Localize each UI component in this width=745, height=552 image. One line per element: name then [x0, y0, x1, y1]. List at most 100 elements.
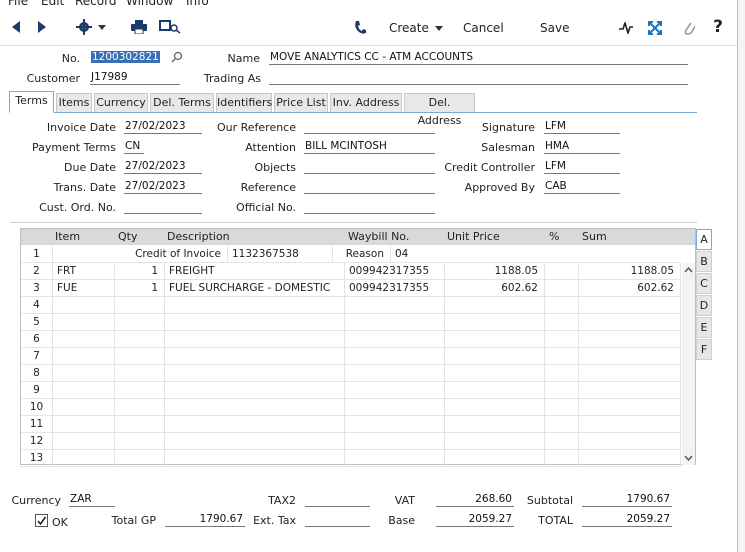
table-row[interactable]: 9 — [21, 382, 681, 399]
item-cell[interactable] — [53, 314, 115, 331]
qty-cell[interactable] — [115, 331, 165, 348]
attention-field[interactable]: BILL MCINTOSH — [304, 140, 435, 154]
item-cell[interactable] — [53, 450, 115, 467]
payment-terms-field[interactable]: CN — [124, 140, 144, 154]
item-cell[interactable] — [53, 297, 115, 314]
base-field[interactable]: 2059.27 — [436, 513, 514, 527]
reason-field[interactable]: 04 — [391, 246, 681, 263]
waybill-cell[interactable] — [345, 297, 445, 314]
currency-field[interactable]: ZAR — [69, 493, 115, 507]
unit-price-cell[interactable] — [445, 450, 545, 467]
sum-cell[interactable]: 1188.05 — [579, 263, 681, 280]
item-cell[interactable] — [53, 348, 115, 365]
tab-currency[interactable]: Currency — [94, 93, 148, 112]
sum-cell[interactable] — [579, 433, 681, 450]
save-button[interactable]: Save — [540, 21, 569, 35]
percent-cell[interactable] — [545, 297, 579, 314]
percent-cell[interactable] — [545, 382, 579, 399]
trading-as-field[interactable] — [269, 71, 688, 85]
sum-cell[interactable] — [579, 297, 681, 314]
description-cell[interactable] — [165, 314, 345, 331]
vertical-scrollbar[interactable] — [682, 263, 695, 465]
side-tab-d[interactable]: D — [696, 295, 712, 316]
sum-cell[interactable] — [579, 416, 681, 433]
subtotal-field[interactable]: 1790.67 — [582, 493, 672, 507]
print-button[interactable] — [129, 18, 149, 36]
description-cell[interactable] — [165, 382, 345, 399]
waybill-cell[interactable] — [345, 365, 445, 382]
signature-field[interactable]: LFM — [544, 120, 620, 134]
unit-price-cell[interactable] — [445, 365, 545, 382]
side-tab-b[interactable]: B — [696, 251, 712, 272]
sum-cell[interactable]: 602.62 — [579, 280, 681, 297]
table-row[interactable]: 4 — [21, 297, 681, 314]
reference-field[interactable] — [304, 180, 435, 194]
tab-price-list[interactable]: Price List — [274, 93, 328, 112]
description-cell[interactable]: FREIGHT — [165, 263, 345, 280]
qty-cell[interactable] — [115, 365, 165, 382]
credit-invoice-field[interactable]: 1132367538 — [228, 246, 333, 263]
percent-cell[interactable] — [545, 399, 579, 416]
percent-cell[interactable] — [545, 314, 579, 331]
cancel-button[interactable]: Cancel — [463, 21, 504, 35]
qty-cell[interactable] — [115, 348, 165, 365]
help-button[interactable]: ? — [710, 17, 726, 37]
percent-cell[interactable] — [545, 348, 579, 365]
side-tab-f[interactable]: F — [696, 339, 712, 360]
attachment-button[interactable] — [680, 19, 698, 37]
phone-button[interactable] — [351, 18, 369, 38]
qty-cell[interactable] — [115, 314, 165, 331]
waybill-cell[interactable] — [345, 314, 445, 331]
no-field[interactable]: 1200302821 — [90, 51, 165, 65]
table-row[interactable]: 13 — [21, 450, 681, 467]
customer-field[interactable]: J17989 — [90, 71, 180, 85]
tab-del-terms[interactable]: Del. Terms — [150, 93, 214, 112]
waybill-cell[interactable] — [345, 331, 445, 348]
item-cell[interactable] — [53, 433, 115, 450]
due-date-field[interactable]: 27/02/2023 — [124, 160, 202, 174]
percent-cell[interactable] — [545, 280, 579, 297]
percent-cell[interactable] — [545, 433, 579, 450]
unit-price-cell[interactable] — [445, 331, 545, 348]
unit-price-cell[interactable] — [445, 297, 545, 314]
print-preview-button[interactable] — [158, 18, 182, 36]
item-cell[interactable]: FRT — [53, 263, 115, 280]
search-icon[interactable] — [171, 51, 183, 63]
unit-price-cell[interactable] — [445, 433, 545, 450]
tab-items[interactable]: Items — [56, 93, 92, 112]
invoice-date-field[interactable]: 27/02/2023 — [124, 120, 202, 134]
waybill-cell[interactable] — [345, 416, 445, 433]
items-grid[interactable]: Item Qty Description Waybill No. Unit Pr… — [20, 228, 696, 467]
sum-cell[interactable] — [579, 399, 681, 416]
table-row[interactable]: 8 — [21, 365, 681, 382]
tab-identifiers[interactable]: Identifiers — [216, 93, 272, 112]
table-row[interactable]: 12 — [21, 433, 681, 450]
approved-by-field[interactable]: CAB — [544, 180, 620, 194]
credit-controller-field[interactable]: LFM — [544, 160, 620, 174]
qty-cell[interactable] — [115, 297, 165, 314]
waybill-cell[interactable] — [345, 399, 445, 416]
percent-cell[interactable] — [545, 263, 579, 280]
qty-cell[interactable]: 1 — [115, 263, 165, 280]
table-row[interactable]: 2 FRT 1 FREIGHT 009942317355 1188.05 1188.05 — [21, 263, 681, 280]
trans-date-field[interactable]: 27/02/2023 — [124, 180, 202, 194]
waybill-cell[interactable] — [345, 450, 445, 467]
tab-inv-address[interactable]: Inv. Address — [330, 93, 402, 112]
create-button[interactable]: Create — [389, 21, 443, 35]
description-cell[interactable] — [165, 450, 345, 467]
percent-cell[interactable] — [545, 331, 579, 348]
side-tab-e[interactable]: E — [696, 317, 712, 338]
ext-tax-field[interactable] — [305, 513, 370, 527]
operations-menu-button[interactable] — [76, 18, 106, 36]
side-tab-c[interactable]: C — [696, 273, 712, 294]
unit-price-cell[interactable] — [445, 348, 545, 365]
waybill-cell[interactable] — [345, 382, 445, 399]
salesman-field[interactable]: HMA — [544, 140, 620, 154]
item-cell[interactable] — [53, 365, 115, 382]
table-row[interactable]: 1 Credit of Invoice 1132367538 Reason 04 — [21, 246, 681, 263]
qty-cell[interactable]: 1 — [115, 280, 165, 297]
qty-cell[interactable] — [115, 416, 165, 433]
item-cell[interactable] — [53, 399, 115, 416]
official-no-field[interactable] — [304, 200, 435, 214]
percent-cell[interactable] — [545, 450, 579, 467]
